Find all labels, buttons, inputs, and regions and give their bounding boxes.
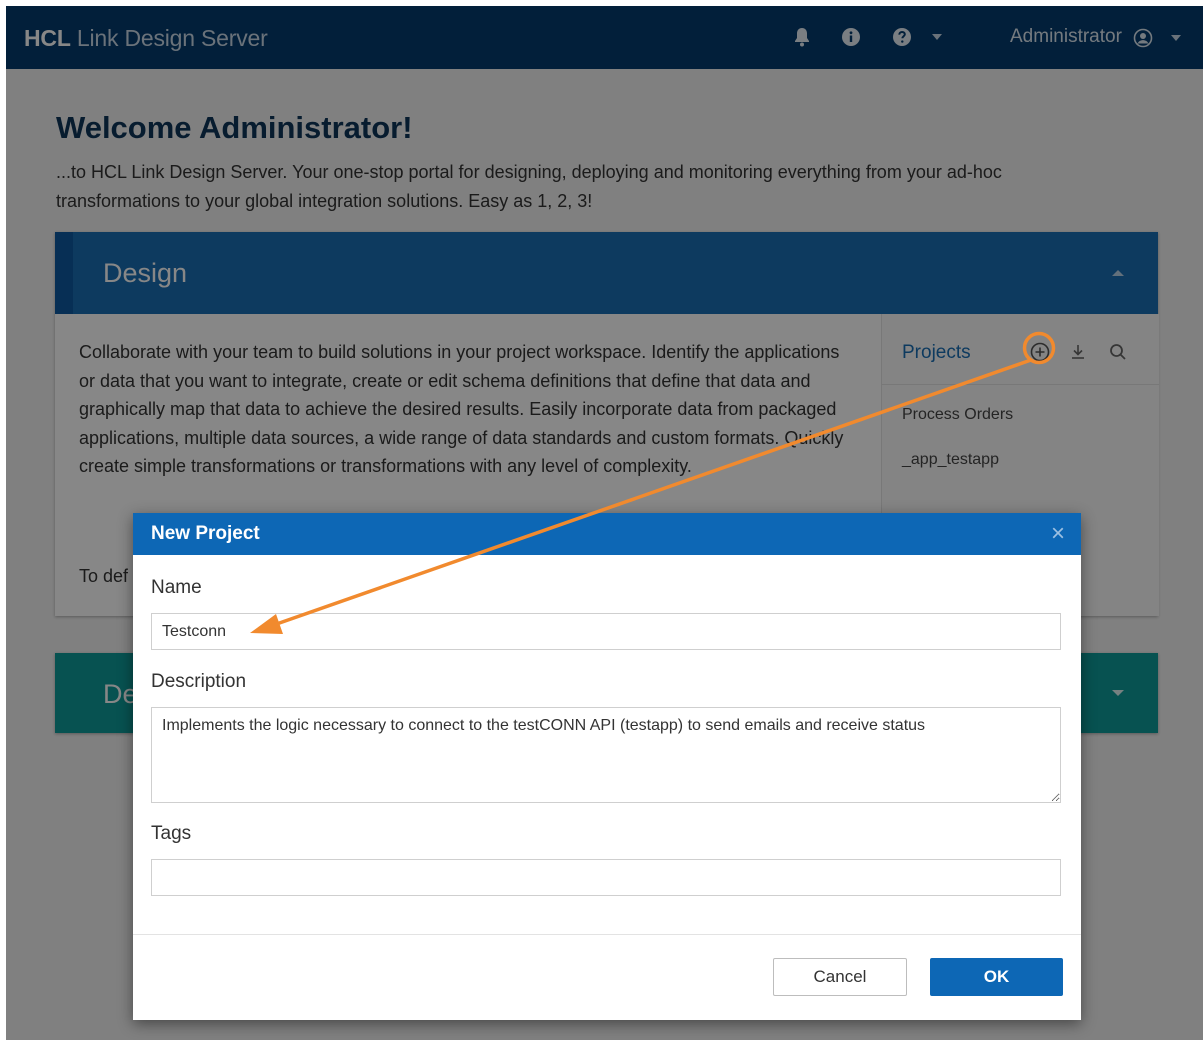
annotation-arrow-line (267, 358, 1032, 629)
annotation-overlay (250, 331, 1056, 634)
annotation-arrowhead (250, 614, 283, 634)
annotation-highlight-circle (1022, 331, 1056, 365)
